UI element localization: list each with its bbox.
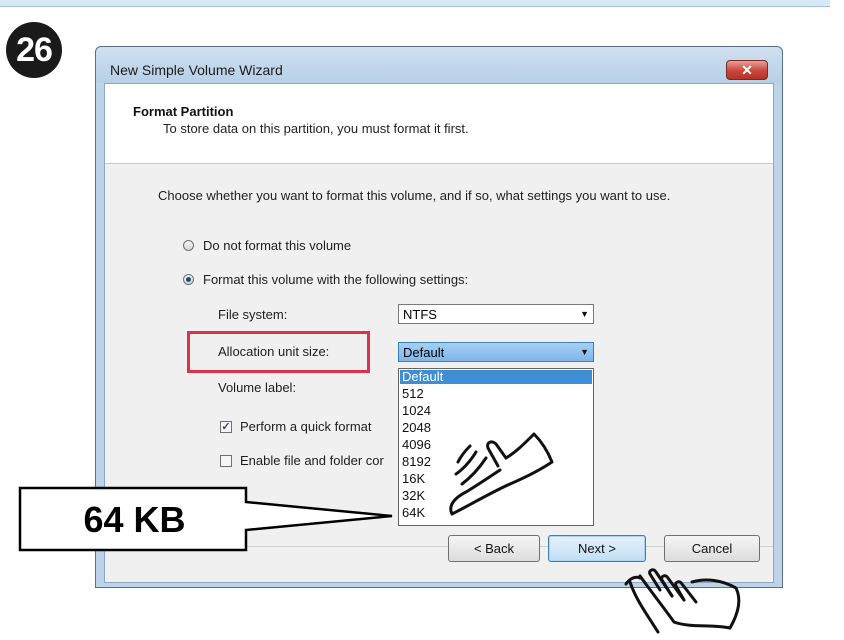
callout-label: 64 KB bbox=[83, 499, 186, 540]
pointing-hand-icon bbox=[449, 432, 554, 516]
clicking-hand-icon bbox=[624, 568, 741, 634]
